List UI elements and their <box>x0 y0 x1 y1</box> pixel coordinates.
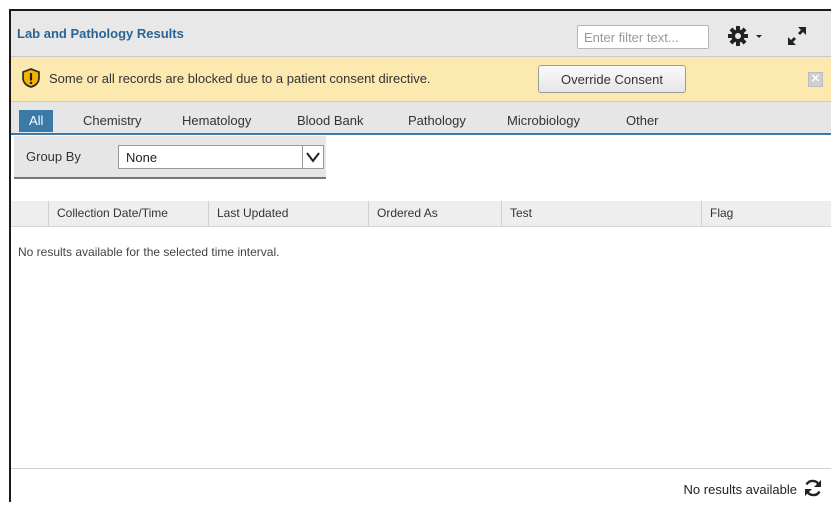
panel-footer: No results available <box>11 468 831 505</box>
tab-hematology[interactable]: Hematology <box>172 110 261 132</box>
tab-microbiology[interactable]: Microbiology <box>497 110 590 132</box>
group-by-value: None <box>126 150 158 165</box>
lab-pathology-panel: Lab and Pathology Results Some or all re… <box>9 9 831 505</box>
results-table-header: Collection Date/Time Last Updated Ordere… <box>11 201 831 227</box>
group-by-bar: Group By None <box>14 136 326 179</box>
override-consent-button[interactable]: Override Consent <box>538 65 686 93</box>
shield-warning-icon <box>22 68 40 88</box>
tab-blood-bank[interactable]: Blood Bank <box>287 110 374 132</box>
empty-results-message: No results available for the selected ti… <box>18 245 280 259</box>
column-last-updated[interactable]: Last Updated <box>208 201 368 226</box>
panel-title: Lab and Pathology Results <box>17 26 184 41</box>
category-tabs: All Chemistry Hematology Blood Bank Path… <box>11 102 831 135</box>
chevron-down-icon[interactable] <box>302 146 323 168</box>
tab-chemistry[interactable]: Chemistry <box>73 110 152 132</box>
tab-all[interactable]: All <box>19 110 54 132</box>
group-by-label: Group By <box>26 149 81 164</box>
footer-status: No results available <box>683 482 797 497</box>
column-ordered-as[interactable]: Ordered As <box>368 201 501 226</box>
column-collection-date[interactable]: Collection Date/Time <box>48 201 208 226</box>
tab-pathology[interactable]: Pathology <box>398 110 476 132</box>
refresh-icon[interactable] <box>803 478 823 498</box>
filter-input[interactable] <box>577 25 709 49</box>
consent-banner: Some or all records are blocked due to a… <box>11 57 831 102</box>
column-test[interactable]: Test <box>501 201 701 226</box>
consent-message: Some or all records are blocked due to a… <box>49 71 431 86</box>
chevron-down-icon <box>756 35 762 38</box>
column-flag[interactable]: Flag <box>701 201 833 226</box>
gear-icon[interactable] <box>727 25 765 47</box>
group-by-select[interactable]: None <box>118 145 324 169</box>
tab-other[interactable]: Other <box>616 110 669 132</box>
expand-icon[interactable] <box>785 24 809 48</box>
close-icon[interactable]: ✕ <box>808 72 823 87</box>
panel-header: Lab and Pathology Results <box>11 11 831 57</box>
